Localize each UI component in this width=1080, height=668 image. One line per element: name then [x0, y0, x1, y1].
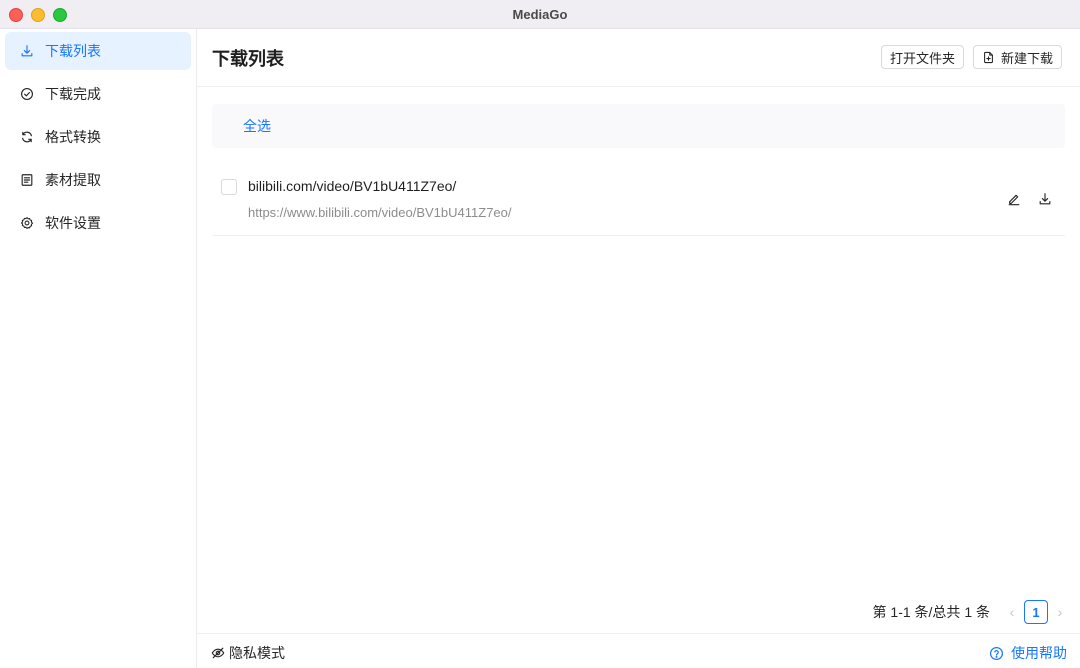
- file-add-icon: [984, 51, 993, 63]
- minimize-window-button[interactable]: [31, 8, 45, 22]
- sidebar: 下载列表 下载完成 格式转换 素材提取 软件设置: [0, 29, 197, 668]
- pagination: 第 1-1 条/总共 1 条 ‹ 1 ›: [873, 600, 1068, 624]
- file-text-icon: [19, 172, 35, 188]
- footer: 隐私模式 使用帮助: [197, 633, 1080, 668]
- sidebar-item-label: 下载列表: [45, 43, 101, 59]
- page-title: 下载列表: [212, 49, 284, 69]
- help-label: 使用帮助: [1011, 645, 1067, 661]
- help-link[interactable]: 使用帮助: [989, 643, 1067, 663]
- selection-bar: 全选: [212, 104, 1065, 148]
- close-window-button[interactable]: [9, 8, 23, 22]
- new-download-button[interactable]: 新建下载: [973, 45, 1063, 69]
- privacy-mode-toggle[interactable]: 隐私模式: [211, 643, 285, 663]
- list-item: bilibili.com/video/BV1bU411Z7eo/ https:/…: [212, 163, 1065, 236]
- sidebar-item-label: 下载完成: [45, 86, 101, 102]
- item-checkbox[interactable]: [221, 179, 237, 195]
- new-download-label: 新建下载: [1001, 50, 1054, 66]
- item-url: https://www.bilibili.com/video/BV1bU411Z…: [248, 205, 512, 220]
- title-bar: MediaGo: [0, 0, 1080, 29]
- download-icon: [1039, 193, 1051, 205]
- sidebar-item-settings[interactable]: 软件设置: [5, 204, 191, 242]
- item-title: bilibili.com/video/BV1bU411Z7eo/: [248, 178, 457, 194]
- edit-button[interactable]: [1006, 191, 1022, 207]
- prev-page-button[interactable]: ‹: [1004, 600, 1020, 624]
- gear-icon: [19, 215, 35, 231]
- sidebar-item-label: 格式转换: [45, 129, 101, 145]
- main-content: 下载列表 打开文件夹 新建下载 全选 bilibili.com/video/BV…: [197, 29, 1080, 668]
- open-folder-button[interactable]: 打开文件夹: [881, 45, 965, 69]
- sidebar-item-label: 软件设置: [45, 215, 101, 231]
- sync-icon: [19, 129, 35, 145]
- next-page-button[interactable]: ›: [1052, 600, 1068, 624]
- window-title: MediaGo: [512, 6, 568, 22]
- question-circle-icon: [989, 646, 1004, 660]
- check-circle-icon: [19, 86, 35, 102]
- window-controls: [9, 8, 67, 22]
- privacy-mode-label: 隐私模式: [229, 645, 285, 661]
- eye-invisible-icon: [211, 647, 225, 659]
- app-window: MediaGo 下载列表 下载完成 格式转换 素材提取 软件设置 下载列表 打开…: [0, 0, 1080, 668]
- edit-icon: [1008, 194, 1020, 206]
- pagination-total: 第 1-1 条/总共 1 条: [872, 604, 990, 620]
- sidebar-item-download-complete[interactable]: 下载完成: [5, 75, 191, 113]
- download-item-button[interactable]: [1037, 191, 1053, 207]
- download-icon: [19, 43, 35, 59]
- sidebar-item-format-convert[interactable]: 格式转换: [5, 118, 191, 156]
- page-number-button[interactable]: 1: [1024, 600, 1048, 624]
- sidebar-item-download-list[interactable]: 下载列表: [5, 32, 191, 70]
- select-all-link[interactable]: 全选: [243, 116, 271, 136]
- sidebar-item-label: 素材提取: [45, 172, 101, 188]
- maximize-window-button[interactable]: [53, 8, 67, 22]
- page-header: 下载列表 打开文件夹 新建下载: [197, 29, 1080, 87]
- sidebar-item-material-extract[interactable]: 素材提取: [5, 161, 191, 199]
